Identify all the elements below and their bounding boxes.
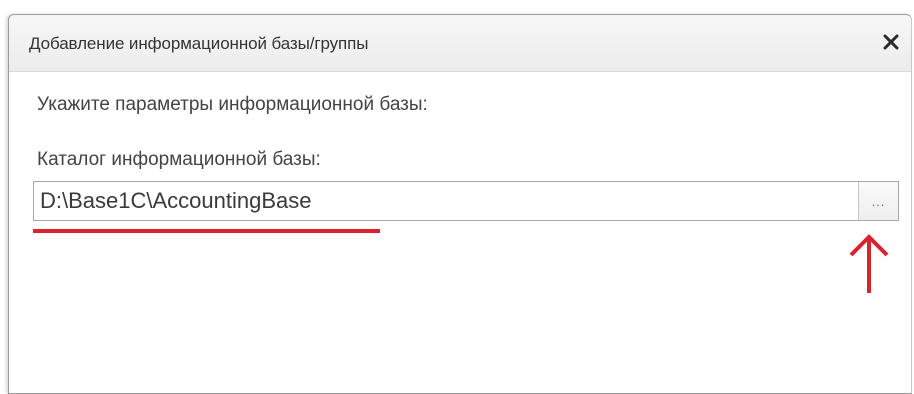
dialog-title: Добавление информационной базы/группы bbox=[29, 34, 369, 53]
browse-button[interactable]: ... bbox=[858, 182, 898, 220]
directory-input[interactable] bbox=[34, 182, 858, 220]
highlight-underline bbox=[33, 229, 380, 233]
dialog-content: Укажите параметры информационной базы: К… bbox=[9, 72, 911, 393]
add-infobase-dialog: Добавление информационной базы/группы Ук… bbox=[8, 14, 912, 394]
directory-label: Каталог информационной базы: bbox=[37, 149, 321, 170]
instruction-text: Укажите параметры информационной базы: bbox=[37, 94, 428, 115]
close-button[interactable] bbox=[877, 28, 905, 56]
title-bar: Добавление информационной базы/группы bbox=[9, 15, 911, 72]
arrow-up-icon bbox=[849, 234, 889, 293]
close-icon bbox=[883, 34, 899, 50]
directory-field: ... bbox=[33, 181, 899, 221]
